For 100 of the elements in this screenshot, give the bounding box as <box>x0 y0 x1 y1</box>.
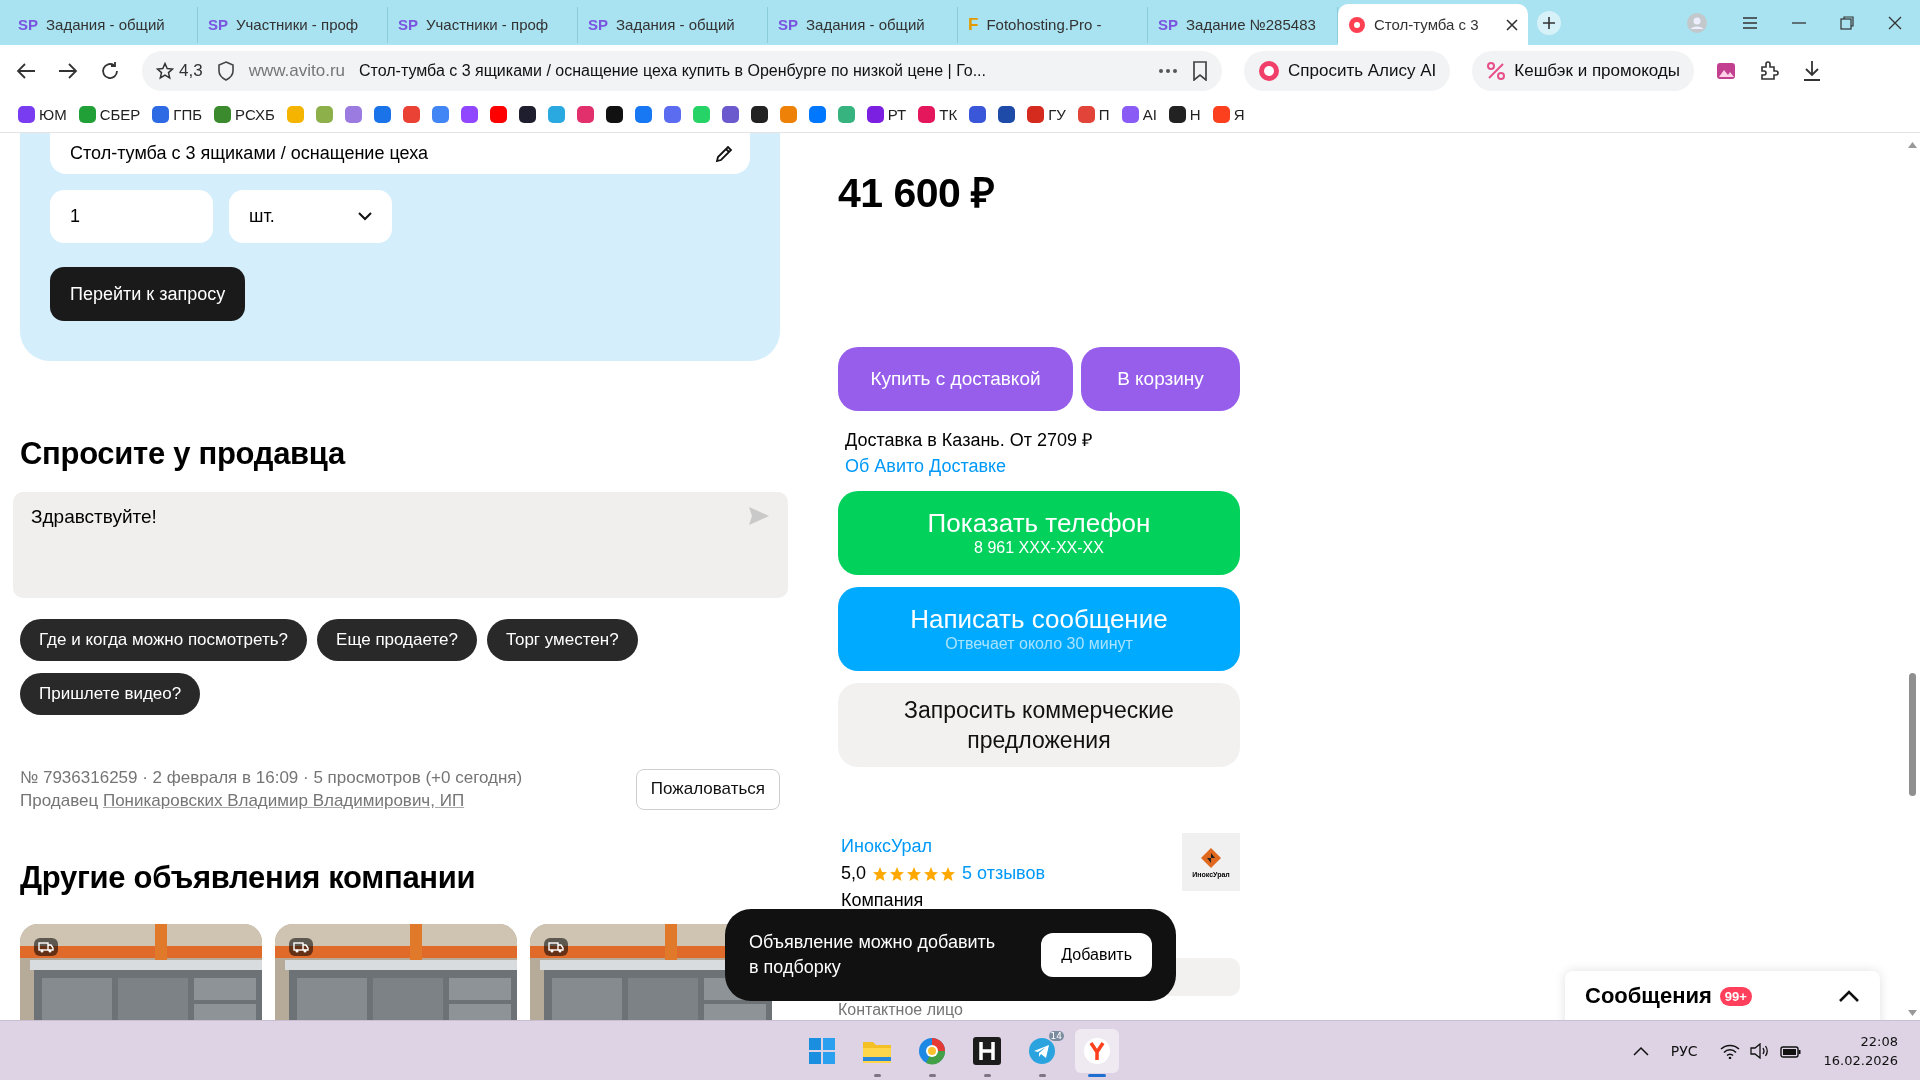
close-icon <box>1506 18 1518 31</box>
quick-question-button[interactable]: Торг уместен? <box>486 619 638 661</box>
bookmark[interactable]: РТ <box>866 106 907 123</box>
bookmark[interactable]: СБЕР <box>78 106 141 123</box>
star-icon <box>923 865 940 882</box>
site-icon <box>1348 15 1366 34</box>
edit-icon <box>714 143 734 164</box>
browser-icon <box>918 1036 946 1065</box>
unread-badge: 14 <box>1048 1030 1064 1041</box>
truck-icon <box>548 941 564 953</box>
new-tab-icon <box>1536 9 1562 36</box>
quick-question-button[interactable]: Еще продаете? <box>317 619 477 661</box>
send-icon <box>748 506 770 526</box>
wifi-icon <box>1719 1042 1740 1059</box>
widget-title: Сообщения <box>1585 983 1712 1009</box>
price: 41 600 ₽ <box>838 169 996 218</box>
browser-tab[interactable]: SP Задания - общий <box>768 6 958 43</box>
site-icon: SP <box>778 16 798 33</box>
site-icon: F <box>968 14 979 35</box>
close-icon <box>1888 15 1902 30</box>
messages-widget[interactable]: Сообщения 99+ <box>1565 971 1880 1021</box>
more-icon <box>1158 68 1178 74</box>
add-button[interactable]: Добавить <box>1041 933 1152 977</box>
truck-icon <box>293 941 309 953</box>
star-icon <box>940 865 957 882</box>
bookmark[interactable]: ГПБ <box>152 106 203 123</box>
download-icon <box>1802 60 1822 82</box>
quick-question-button[interactable]: Где и когда можно посмотреть? <box>20 619 308 661</box>
image-icon <box>1716 61 1736 81</box>
site-icon: SP <box>588 16 608 33</box>
browser-tab[interactable]: SP Задания - общий <box>8 6 198 43</box>
bookmark-icon[interactable] <box>998 106 1016 123</box>
quantity-field[interactable]: 1 <box>50 190 213 243</box>
quick-question-button[interactable]: Пришлете видео? <box>20 673 201 715</box>
bookmark[interactable]: ЮМ <box>18 106 67 123</box>
forward-icon <box>58 62 78 80</box>
cart-button[interactable]: В корзину <box>1081 347 1240 411</box>
star-icon <box>889 865 906 882</box>
browser-tab[interactable]: SP Участники - проф <box>198 6 388 43</box>
clock-time[interactable]: 22:08 <box>1823 1031 1898 1051</box>
logo-icon <box>1200 846 1222 869</box>
star-icon <box>872 865 889 882</box>
browser-tab[interactable]: F Fotohosting.Pro - <box>958 6 1148 43</box>
bookmark[interactable]: П <box>1077 106 1110 123</box>
bookmark[interactable]: ГУ <box>1027 106 1066 123</box>
browser-tab[interactable]: SP Задания - общий <box>578 6 768 43</box>
delivery-text: Доставка в Казань. От 2709 ₽ <box>845 429 1094 452</box>
contact-label: Контактное лицо <box>838 1001 964 1018</box>
windows-icon <box>808 1036 836 1065</box>
listing-info: № 7936316259 · 2 февраля в 16:09 · 5 просмотров (+0 сегодня) <box>20 767 523 789</box>
section-heading: Спросите у продавца <box>20 436 347 472</box>
bookmark[interactable]: ТК <box>918 106 958 123</box>
unit-dropdown[interactable]: шт. <box>229 190 392 243</box>
title-field[interactable]: Стол-тумба с 3 ящиками / оснащение цеха <box>50 133 750 174</box>
shield-icon <box>216 61 235 81</box>
bookmark[interactable]: AI <box>1121 106 1157 123</box>
address-domain: www.avito.ru <box>248 61 345 81</box>
browser-tab[interactable]: Стол-тумба с 3 <box>1338 4 1528 45</box>
rating-value: 5,0 <box>841 862 867 885</box>
bookmark-icon[interactable] <box>605 106 623 123</box>
bookmark-icon[interactable] <box>518 106 536 123</box>
toast-text: Объявление можно добавить в подборку <box>749 931 997 979</box>
site-icon: SP <box>18 16 38 33</box>
scrollbar-thumb[interactable] <box>1909 673 1916 796</box>
request-offers-button[interactable]: Запросить коммерческие предложения <box>838 683 1240 767</box>
site-icon: SP <box>1158 16 1178 33</box>
alice-button[interactable]: Спросить Алису AI <box>1244 51 1451 91</box>
chevron-down-icon <box>358 212 372 221</box>
site-rating: 4,3 <box>179 61 203 81</box>
language-indicator[interactable]: РУС <box>1670 1042 1698 1059</box>
truck-icon <box>38 941 54 953</box>
bookmark-icon[interactable] <box>750 106 768 123</box>
bookmark[interactable]: Н <box>1168 106 1201 123</box>
alice-icon <box>1258 60 1280 82</box>
back-icon <box>16 62 36 80</box>
scroll-up-icon <box>1907 141 1918 149</box>
star-icon <box>906 865 923 882</box>
percent-icon <box>1486 61 1507 81</box>
go-to-request-button[interactable]: Перейти к запросу <box>50 267 246 321</box>
seller-label: Продавец <box>20 791 99 810</box>
reload-icon <box>100 61 120 81</box>
browser-tab[interactable]: SP Участники - проф <box>388 6 578 43</box>
section-heading: Другие объявления компании <box>20 860 477 896</box>
field-value: Стол-тумба с 3 ящиками / оснащение цеха <box>70 143 428 164</box>
clock-date[interactable]: 16.02.2026 <box>1823 1050 1898 1070</box>
minimize-icon <box>1792 21 1806 24</box>
cashback-button[interactable]: Кешбэк и промокоды <box>1472 51 1694 91</box>
site-icon: SP <box>398 16 418 33</box>
extensions-icon <box>1758 60 1780 82</box>
yandex-icon <box>1083 1036 1111 1065</box>
menu-icon <box>1742 15 1758 30</box>
site-icon: SP <box>208 16 228 33</box>
address-bar[interactable]: 4,3 www.avito.ru Стол-тумба с 3 ящиками / оснащение цеха купить в Оренбурге по низкой цене | Го... <box>142 51 1222 91</box>
bookmark[interactable]: Я <box>1212 106 1245 123</box>
buy-button[interactable]: Купить с доставкой <box>838 347 1073 411</box>
seller-link[interactable]: Поникаровских Владимир Владимирович, ИП <box>102 791 465 810</box>
bookmark[interactable]: РСХБ <box>214 106 275 123</box>
report-button[interactable]: Пожаловаться <box>635 768 780 810</box>
message-field[interactable]: Здравствуйте! <box>13 492 788 598</box>
profile-icon <box>1686 11 1708 34</box>
